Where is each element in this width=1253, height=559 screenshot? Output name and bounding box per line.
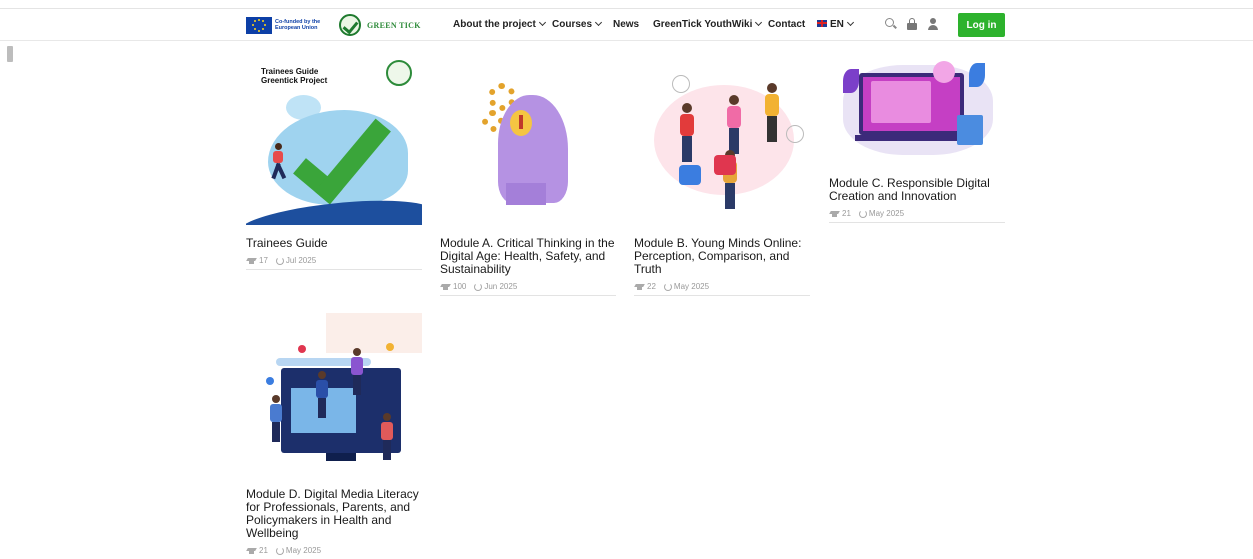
refresh-icon — [275, 546, 284, 555]
course-thumbnail[interactable] — [634, 55, 810, 225]
like-icon — [679, 165, 701, 185]
brand-logo[interactable]: Co-funded by the European Union GREEN TI… — [246, 13, 421, 37]
brand-name: GREEN TICK — [367, 20, 421, 30]
refresh-icon — [858, 209, 867, 218]
person-illustration — [726, 95, 742, 155]
chevron-down-icon — [594, 18, 603, 27]
course-title[interactable]: Module B. Young Minds Online: Perception… — [634, 237, 810, 276]
person-illustration — [764, 83, 780, 143]
course-thumbnail[interactable] — [440, 55, 616, 225]
graduation-cap-icon — [440, 284, 451, 290]
nav-label: About the project — [453, 19, 536, 30]
person-illustration — [351, 348, 363, 396]
nav-label: Courses — [552, 19, 593, 30]
nav-label: News — [613, 19, 640, 30]
person-illustration — [270, 395, 282, 443]
chevron-down-icon — [755, 18, 763, 27]
desk-illustration — [957, 115, 983, 145]
graduation-cap-icon — [634, 284, 645, 290]
search-icon[interactable] — [884, 17, 898, 31]
course-meta: 21 May 2025 — [246, 546, 422, 559]
chevron-down-icon — [538, 18, 546, 27]
course-title[interactable]: Module C. Responsible Digital Creation a… — [829, 177, 1005, 203]
person-illustration — [381, 413, 393, 461]
student-count: 100 — [453, 282, 467, 291]
graduation-cap-icon — [246, 548, 257, 554]
thumbnail-title: Trainees Guide Greentick Project — [261, 67, 328, 85]
course-card-module-a[interactable]: Module A. Critical Thinking in the Digit… — [440, 55, 616, 296]
nav-news[interactable]: News — [613, 19, 639, 30]
updated-date: May 2025 — [285, 546, 322, 555]
nav-label: GreenTick YouthWiki — [653, 19, 753, 30]
student-count: 21 — [259, 546, 268, 555]
nav-greentick-youthwiki[interactable]: GreenTick YouthWiki — [653, 18, 763, 30]
updated-date: May 2025 — [868, 209, 905, 218]
nav-contact[interactable]: Contact — [768, 19, 805, 30]
course-card-module-d[interactable]: Module D. Digital Media Literacy for Pro… — [246, 313, 422, 559]
refresh-icon — [474, 282, 483, 291]
eu-funding-text: Co-funded by the European Union — [275, 19, 321, 31]
language-selector[interactable]: EN — [817, 18, 854, 30]
course-card-trainees-guide[interactable]: Trainees Guide Greentick Project Trainee… — [246, 55, 422, 270]
updated-date: Jul 2025 — [285, 256, 317, 265]
person-illustration — [679, 103, 695, 163]
lock-icon[interactable] — [905, 17, 919, 31]
course-card-module-b[interactable]: Module B. Young Minds Online: Perception… — [634, 55, 810, 296]
course-card-module-c[interactable]: Module C. Responsible Digital Creation a… — [829, 55, 1005, 223]
heart-icon — [714, 155, 736, 175]
course-meta: 22 May 2025 — [634, 282, 810, 296]
play-icon — [933, 61, 955, 83]
eu-flag-icon — [246, 16, 272, 34]
course-meta: 21 May 2025 — [829, 209, 1005, 223]
course-thumbnail[interactable]: Trainees Guide Greentick Project — [246, 55, 422, 225]
updated-date: Jun 2025 — [484, 282, 518, 291]
uk-flag-icon — [817, 19, 827, 27]
login-button[interactable]: Log in — [958, 13, 1005, 37]
course-title[interactable]: Trainees Guide — [246, 237, 422, 250]
person-illustration — [316, 371, 328, 419]
nav-about-the-project[interactable]: About the project — [453, 18, 546, 30]
graduation-cap-icon — [246, 258, 257, 264]
chevron-down-icon — [846, 18, 854, 27]
refresh-icon — [275, 256, 284, 265]
course-thumbnail[interactable] — [246, 313, 422, 468]
greentick-logo-icon — [339, 14, 361, 36]
nav-courses[interactable]: Courses — [552, 18, 603, 30]
scroll-handle[interactable] — [7, 46, 13, 62]
runner-illustration — [271, 143, 287, 183]
course-title[interactable]: Module D. Digital Media Literacy for Pro… — [246, 488, 422, 540]
student-count: 17 — [259, 256, 268, 265]
course-title[interactable]: Module A. Critical Thinking in the Digit… — [440, 237, 616, 276]
student-count: 22 — [647, 282, 656, 291]
greentick-logo-icon — [386, 60, 412, 86]
course-meta: 17 Jul 2025 — [246, 256, 422, 270]
refresh-icon — [663, 282, 672, 291]
nav-label: Contact — [768, 19, 806, 30]
student-count: 21 — [842, 209, 851, 218]
course-thumbnail[interactable] — [829, 55, 1005, 165]
user-icon[interactable] — [926, 17, 940, 31]
course-meta: 100 Jun 2025 — [440, 282, 616, 296]
graduation-cap-icon — [829, 211, 840, 217]
language-label: EN — [830, 19, 844, 30]
updated-date: May 2025 — [673, 282, 710, 291]
